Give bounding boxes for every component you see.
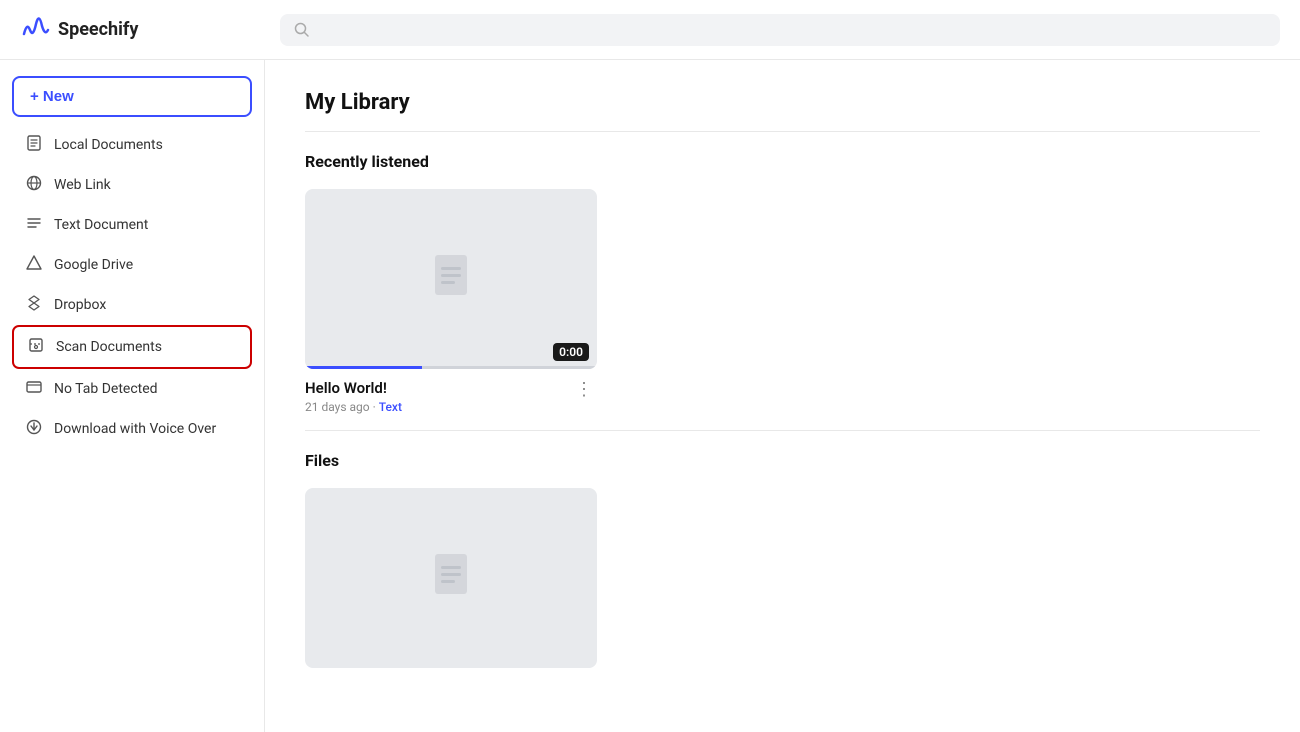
sidebar-item-local-documents[interactable]: Local Documents [12,125,252,165]
time-badge: 0:00 [553,343,589,361]
web-link-icon [24,174,44,196]
scan-documents-icon [26,336,46,358]
logo-icon [20,12,50,48]
header: Speechify [0,0,1300,60]
sidebar-item-dropbox[interactable]: Dropbox [12,285,252,325]
sidebar-item-no-tab-detected[interactable]: No Tab Detected [12,369,252,409]
body: + New Local Documents Web Link Text Docu… [0,60,1300,732]
card-info: Hello World! 21 days ago · Text ⋮ [305,379,597,414]
sidebar-item-web-link[interactable]: Web Link [12,165,252,205]
file-card-thumbnail [305,488,597,668]
sidebar-item-label: Web Link [54,177,111,193]
card-title: Hello World! [305,379,402,397]
file-card-1[interactable] [305,488,597,678]
card-meta-date: 21 days ago [305,400,370,414]
new-button[interactable]: + New [12,76,252,117]
sidebar-item-label: No Tab Detected [54,381,158,397]
sidebar-item-label: Google Drive [54,257,133,273]
card-meta: 21 days ago · Text [305,400,402,414]
sidebar-item-label: Dropbox [54,297,106,313]
recently-listened-title: Recently listened [305,152,1260,171]
sidebar-item-label: Scan Documents [56,339,162,355]
section-divider-top [305,131,1260,132]
logo-area: Speechify [20,12,280,48]
recently-listened-cards: 0:00 Hello World! 21 days ago · Text [305,189,1260,414]
sidebar-item-scan-documents[interactable]: Scan Documents [12,325,252,369]
search-icon [294,22,310,38]
sidebar-item-download-voice-over[interactable]: Download with Voice Over [12,409,252,449]
progress-bar-container [305,366,597,369]
google-drive-icon [24,254,44,276]
sidebar-item-text-document[interactable]: Text Document [12,205,252,245]
no-tab-detected-icon [24,378,44,400]
text-document-icon [24,214,44,236]
page-title: My Library [305,90,1260,115]
logo-text: Speechify [58,19,138,40]
dropbox-icon [24,294,44,316]
progress-bar-fill [305,366,422,369]
section-divider-files [305,430,1260,431]
search-bar [280,14,1280,46]
sidebar-item-label: Text Document [54,217,148,233]
main-content: My Library Recently listened 0:00 [265,60,1300,732]
files-cards [305,488,1260,678]
files-title: Files [305,451,1260,470]
card-hello-world[interactable]: 0:00 Hello World! 21 days ago · Text [305,189,597,414]
card-text: Hello World! 21 days ago · Text [305,379,402,414]
sidebar-item-label: Download with Voice Over [54,421,216,437]
file-document-icon [427,550,475,606]
files-section: Files [305,451,1260,678]
card-more-button[interactable]: ⋮ [571,379,597,400]
local-documents-icon [24,134,44,156]
download-voice-over-icon [24,418,44,440]
sidebar-item-google-drive[interactable]: Google Drive [12,245,252,285]
card-thumbnail: 0:00 [305,189,597,369]
card-meta-tag: Text [379,400,402,414]
sidebar-item-label: Local Documents [54,137,163,153]
card-document-icon [427,251,475,307]
search-input[interactable] [318,22,1266,38]
sidebar: + New Local Documents Web Link Text Docu… [0,60,265,732]
recently-listened-section: Recently listened 0:00 [305,152,1260,414]
